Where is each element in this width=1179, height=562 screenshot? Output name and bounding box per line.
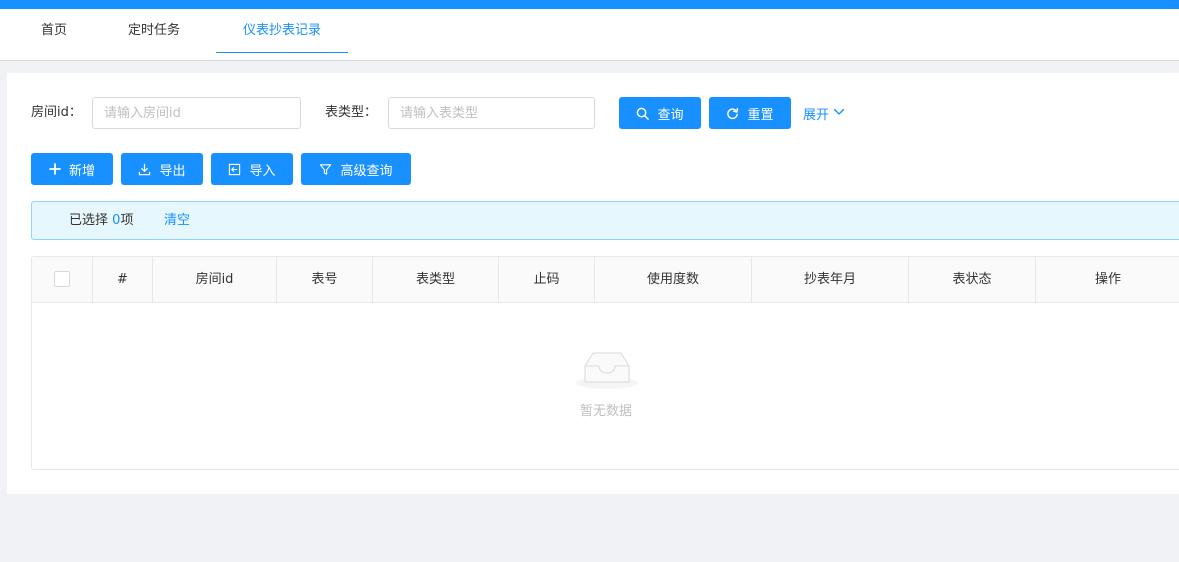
empty-state: 暂无数据 <box>32 303 1179 469</box>
expand-link-label: 展开 <box>803 108 830 123</box>
reload-icon <box>726 107 739 120</box>
tab-scheduled-tasks[interactable]: 定时任务 <box>116 9 192 53</box>
import-button[interactable]: 导入 <box>211 153 293 185</box>
plus-icon <box>49 163 61 175</box>
export-button[interactable]: 导出 <box>121 153 203 185</box>
chevron-down-icon <box>833 106 845 122</box>
empty-inbox-icon <box>575 348 639 394</box>
import-button-label: 导入 <box>249 163 276 179</box>
add-button-label: 新增 <box>68 163 95 179</box>
download-icon <box>138 163 151 176</box>
column-header-reading-month[interactable]: 抄表年月 <box>752 257 909 302</box>
room-id-input[interactable] <box>92 97 301 129</box>
export-button-label: 导出 <box>159 163 186 179</box>
clear-selection-link[interactable]: 清空 <box>164 202 190 239</box>
add-button[interactable]: 新增 <box>31 153 113 185</box>
query-button[interactable]: 查询 <box>619 97 701 129</box>
room-id-label: 房间id： <box>31 105 82 120</box>
records-table: # 房间id 表号 表类型 止码 使用度数 抄表年月 表状态 操作 暂无数据 <box>31 256 1179 470</box>
expand-link[interactable]: 展开 <box>803 104 845 123</box>
column-header-index: # <box>93 257 153 302</box>
advanced-query-button[interactable]: 高级查询 <box>301 153 411 185</box>
filter-icon <box>319 163 332 176</box>
meter-type-input[interactable] <box>388 97 595 129</box>
column-header-meter-type[interactable]: 表类型 <box>373 257 499 302</box>
column-header-end-reading[interactable]: 止码 <box>499 257 595 302</box>
reset-button[interactable]: 重置 <box>709 97 791 129</box>
tab-home[interactable]: 首页 <box>28 9 80 53</box>
select-all-checkbox[interactable] <box>54 271 70 287</box>
table-header: # 房间id 表号 表类型 止码 使用度数 抄表年月 表状态 操作 <box>32 257 1179 303</box>
selection-prefix: 已选择 <box>69 213 109 228</box>
empty-text: 暂无数据 <box>579 404 632 419</box>
column-header-room-id[interactable]: 房间id <box>153 257 277 302</box>
content-card: 房间id： 表类型： 查询 重置 展开 新增 导出 <box>7 73 1179 494</box>
column-header-meter-status[interactable]: 表状态 <box>909 257 1036 302</box>
query-button-label: 查询 <box>657 107 684 123</box>
search-icon <box>636 107 650 120</box>
selection-suffix: 项 <box>120 213 134 228</box>
tab-bar: 首页 定时任务 仪表抄表记录 <box>0 9 1179 61</box>
import-icon <box>228 163 241 176</box>
selection-info: 已选择 0项 <box>69 202 133 239</box>
meter-type-label: 表类型： <box>325 105 378 120</box>
column-header-actions: 操作 <box>1094 272 1121 287</box>
advanced-query-button-label: 高级查询 <box>340 163 393 179</box>
top-accent-bar <box>0 0 1179 9</box>
select-all-cell <box>32 257 93 302</box>
selection-alert: 已选择 0项 清空 <box>31 201 1179 240</box>
column-header-meter-no[interactable]: 表号 <box>277 257 373 302</box>
column-header-usage[interactable]: 使用度数 <box>595 257 752 302</box>
reset-button-label: 重置 <box>747 107 774 123</box>
tab-meter-reading-records[interactable]: 仪表抄表记录 <box>216 9 348 53</box>
